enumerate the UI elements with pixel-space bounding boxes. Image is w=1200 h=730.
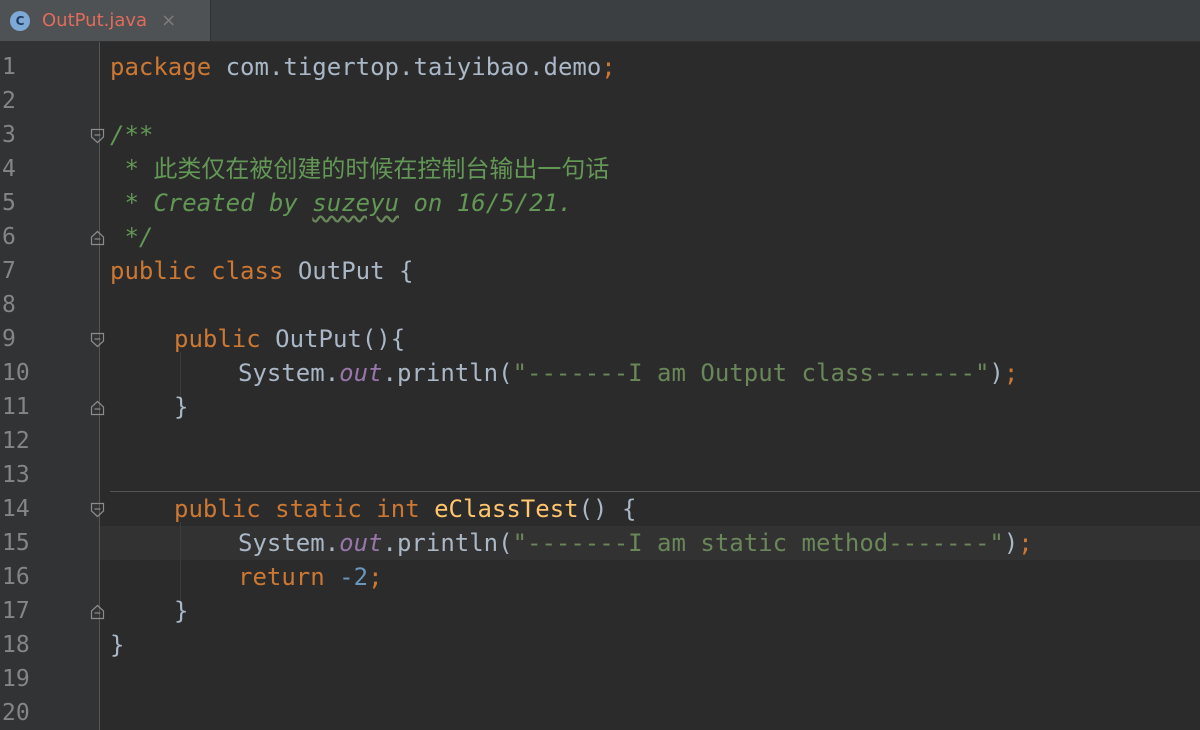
code-line-4: * 此类仅在被创建的时候在控制台输出一句话: [110, 155, 610, 183]
line-number: 1: [2, 54, 16, 80]
line-number: 8: [2, 292, 16, 318]
line-number: 6: [2, 224, 16, 250]
line-number: 2: [2, 88, 16, 114]
tab-filename: OutPut.java: [42, 10, 148, 31]
code-line-11: }: [174, 393, 189, 421]
line-number: 14: [2, 496, 30, 522]
close-icon[interactable]: ×: [161, 10, 176, 31]
code-editor[interactable]: package com.tigertop.taiyibao.demo; /** …: [100, 42, 1200, 730]
line-number: 20: [2, 700, 30, 726]
code-line-5: * Created by suzeyu on 16/5/21.: [110, 189, 573, 217]
line-number: 19: [2, 666, 30, 692]
line-number: 12: [2, 428, 30, 454]
code-line-14: public static int eClassTest() {: [174, 495, 637, 523]
line-number: 13: [2, 462, 30, 488]
code-line-17: }: [174, 597, 189, 625]
line-number: 9: [2, 326, 16, 352]
code-line-7: public class OutPut {: [110, 257, 414, 285]
line-number: 15: [2, 530, 30, 556]
author-name: suzeyu: [312, 189, 399, 217]
code-line-10: System.out.println("-------I am Output c…: [238, 359, 1019, 387]
line-number: 10: [2, 360, 30, 386]
line-number: 11: [2, 394, 30, 420]
line-number: 3: [2, 122, 16, 148]
line-number: 4: [2, 156, 16, 182]
line-number: 7: [2, 258, 16, 284]
code-line-15: System.out.println("-------I am static m…: [238, 529, 1033, 557]
code-line-6: */: [110, 223, 154, 251]
line-number: 16: [2, 564, 30, 590]
editor-tab-bar: C OutPut.java ×: [0, 0, 1200, 42]
line-number: 17: [2, 598, 30, 624]
tab-output-java[interactable]: C OutPut.java ×: [0, 0, 211, 41]
code-line-1: package com.tigertop.taiyibao.demo;: [110, 53, 616, 81]
line-number: 18: [2, 632, 30, 658]
code-line-16: return -2;: [238, 563, 383, 591]
java-class-icon: C: [10, 10, 30, 31]
line-number-gutter[interactable]: 1 2 3 4 5 6 7 8 9 10 11 12 13 14 15 16 1…: [0, 42, 100, 730]
code-line-3: /**: [110, 121, 154, 149]
code-line-18: }: [110, 631, 125, 659]
code-line-9: public OutPut(){: [174, 325, 406, 353]
line-number: 5: [2, 190, 16, 216]
